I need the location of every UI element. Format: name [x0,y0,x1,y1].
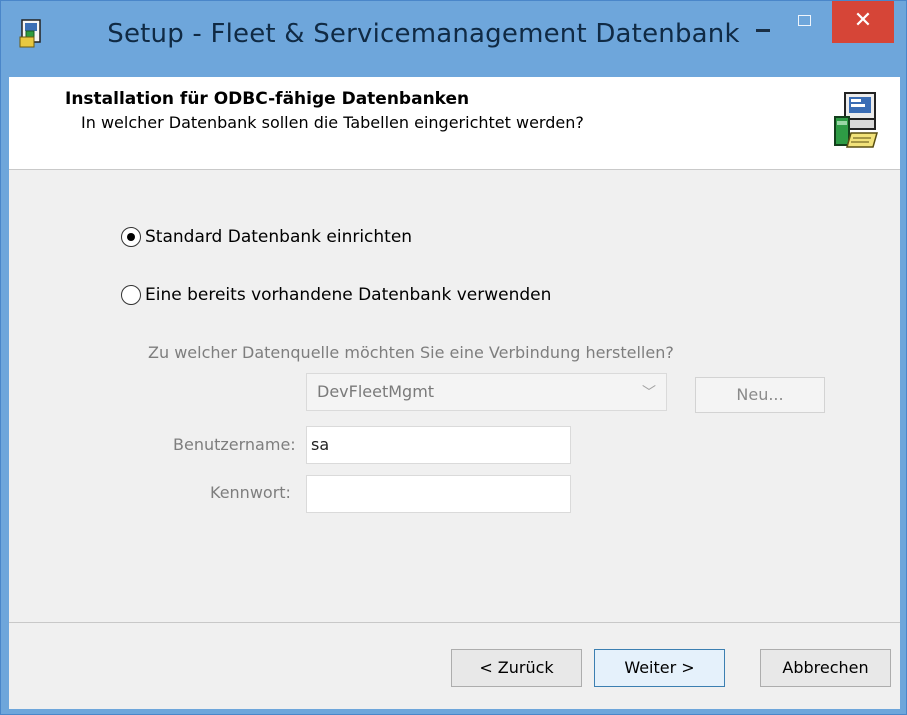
maximize-icon [798,15,811,26]
chevron-down-icon: ﹀ [642,385,656,401]
radio-existing-label[interactable]: Eine bereits vorhandene Datenbank verwen… [145,285,551,305]
datasource-selected-value: DevFleetMgmt [317,382,435,401]
radio-existing-database[interactable]: Eine bereits vorhandene Datenbank verwen… [121,285,551,305]
radio-standard-database[interactable]: Standard Datenbank einrichten [121,227,412,247]
username-field[interactable]: sa [306,426,571,464]
wizard-header: Installation für ODBC-fähige Datenbanken… [9,77,900,170]
header-title: Installation für ODBC-fähige Datenbanken [65,89,470,109]
header-subtitle: In welcher Datenbank sollen die Tabellen… [81,113,584,132]
next-button[interactable]: Weiter > [594,649,725,687]
radio-standard-indicator[interactable] [121,227,141,247]
close-button[interactable]: ✕ [832,1,894,43]
close-icon: ✕ [853,8,873,33]
wizard-content: Standard Datenbank einrichten Eine berei… [9,170,900,622]
username-value: sa [311,435,330,454]
minimize-icon [756,29,770,32]
computer-setup-icon [834,92,878,148]
password-label: Kennwort: [210,483,291,502]
username-label: Benutzername: [173,435,296,454]
password-field[interactable] [306,475,571,513]
back-button[interactable]: < Zurück [451,649,582,687]
datasource-select[interactable]: DevFleetMgmt ﹀ [306,373,667,411]
setup-window: Setup - Fleet & Servicemanagement Datenb… [0,0,907,715]
title-bar[interactable]: Setup - Fleet & Servicemanagement Datenb… [1,1,906,77]
datasource-question: Zu welcher Datenquelle möchten Sie eine … [148,343,674,362]
cancel-button[interactable]: Abbrechen [760,649,891,687]
minimize-button[interactable] [741,5,785,45]
radio-standard-label[interactable]: Standard Datenbank einrichten [145,227,412,247]
new-datasource-button[interactable]: Neu... [695,377,825,413]
radio-existing-indicator[interactable] [121,285,141,305]
maximize-button[interactable] [791,5,821,41]
wizard-footer: < Zurück Weiter > Abbrechen [9,623,900,709]
